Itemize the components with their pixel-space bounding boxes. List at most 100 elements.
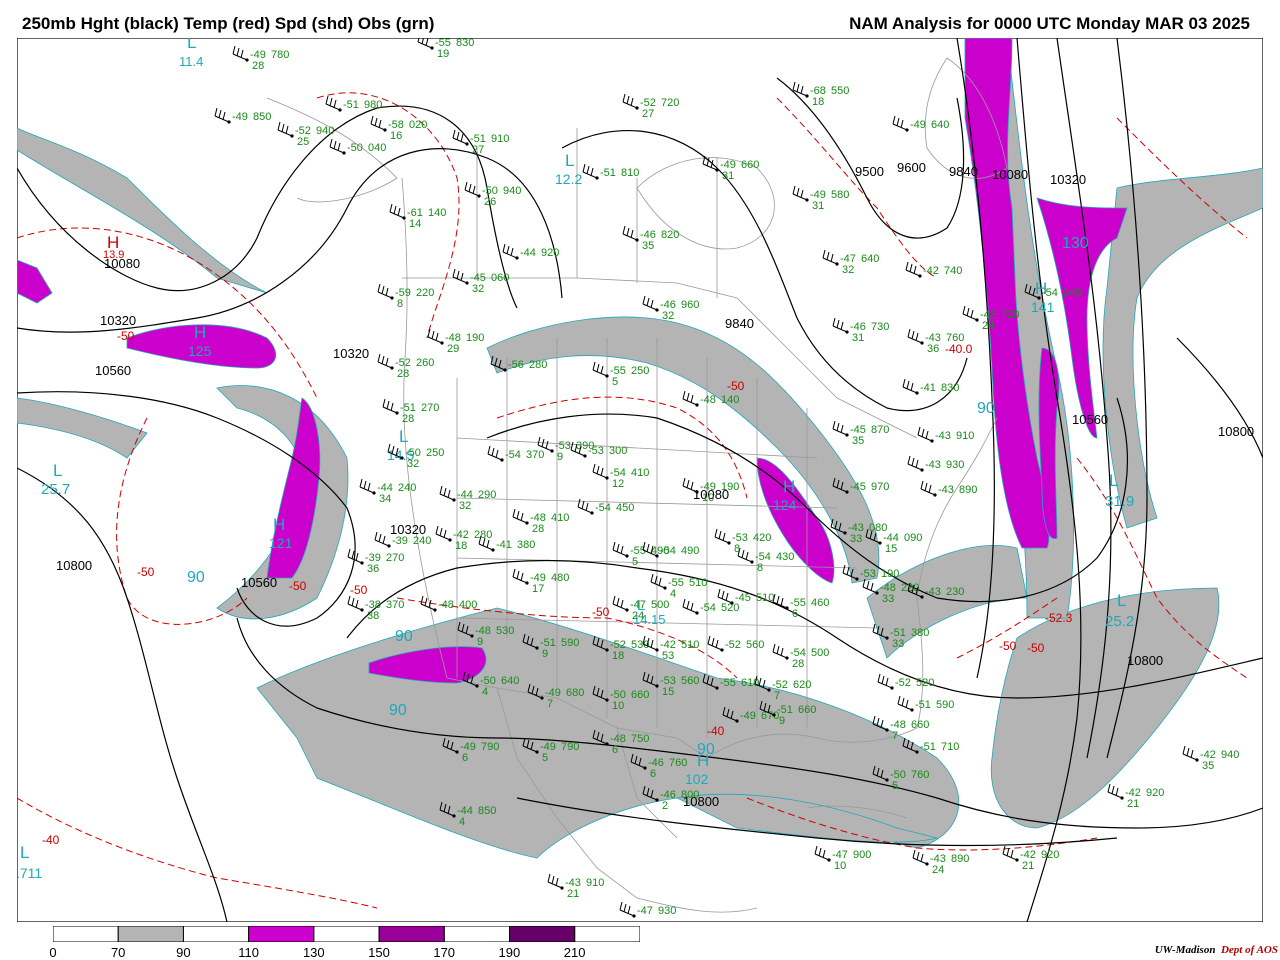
height-label: 10560 <box>1072 412 1108 427</box>
ob-dewpoint-depression: 24 <box>632 610 644 622</box>
ob-dewpoint-depression: 5 <box>632 556 638 568</box>
ob-height: 240 <box>398 482 416 494</box>
extremum-letter: L <box>565 151 574 170</box>
station-dot <box>590 511 594 515</box>
credit-dept: Dept of AOS <box>1220 944 1278 956</box>
ob-dewpoint-depression: 19 <box>437 48 449 60</box>
ob-height: 490 <box>681 545 699 557</box>
ob-height: 550 <box>831 85 849 97</box>
ob-height: 730 <box>871 321 889 333</box>
ob-height: 240 <box>1063 287 1081 299</box>
height-label: 10320 <box>100 313 136 328</box>
ob-dewpoint-depression: 33 <box>892 638 904 650</box>
ob-dewpoint-depression: 7 <box>547 698 553 710</box>
credit: UW-Madison Dept of AOS <box>1155 944 1278 956</box>
station-dot <box>890 686 894 690</box>
ob-height: 290 <box>478 489 496 501</box>
ob-dewpoint-depression: 10 <box>702 492 714 504</box>
ob-temp: -51 <box>920 741 936 753</box>
station-dot <box>920 595 924 599</box>
station-dot <box>695 403 699 407</box>
ob-temp: -43 <box>935 430 951 442</box>
colorbar-tick-label: 70 <box>110 945 126 960</box>
ob-height: 910 <box>586 877 604 889</box>
ob-height: 460 <box>811 597 829 609</box>
ob-temp: -54 <box>595 502 611 514</box>
station-dot <box>845 433 849 437</box>
ob-height: 500 <box>811 647 829 659</box>
ob-height: 510 <box>681 639 699 651</box>
station-dot <box>785 606 789 610</box>
temp-label: -50 <box>592 605 610 619</box>
ob-height: 410 <box>631 467 649 479</box>
station-dot <box>772 713 776 717</box>
ob-temp: -49 <box>232 111 248 123</box>
ob-dewpoint-depression: 6 <box>650 768 656 780</box>
extremum-letter: H <box>697 751 709 770</box>
ob-height: 480 <box>551 572 569 584</box>
ob-dewpoint-depression: 15 <box>885 543 897 555</box>
ob-dewpoint-depression: 27 <box>472 144 484 156</box>
station-dot <box>643 766 647 770</box>
station-dot <box>433 608 437 612</box>
ob-height: 250 <box>631 365 649 377</box>
ob-dewpoint-depression: 28 <box>397 368 409 380</box>
temp-label: -50 <box>289 579 307 593</box>
ob-temp: -51 <box>600 167 616 179</box>
ob-height: 960 <box>681 299 699 311</box>
ob-height: 890 <box>959 484 977 496</box>
ob-height: 790 <box>561 741 579 753</box>
temp-label: -40.0 <box>945 342 973 356</box>
speed-label: 130 <box>1062 235 1089 252</box>
station-dot <box>885 636 889 640</box>
ob-temp: -54 <box>660 545 676 557</box>
station-dot <box>655 684 659 688</box>
ob-dewpoint-depression: 6 <box>612 744 618 756</box>
ob-height: 500 <box>651 599 669 611</box>
ob-height: 660 <box>911 719 929 731</box>
station-dot <box>550 449 554 453</box>
ob-height: 720 <box>1001 309 1019 321</box>
station-dot <box>605 476 609 480</box>
height-label: 10320 <box>333 346 369 361</box>
ob-temp: -45 <box>735 592 751 604</box>
ob-height: 810 <box>621 167 639 179</box>
station-dot <box>843 531 847 535</box>
station-dot <box>560 886 564 890</box>
station-dot <box>635 106 639 110</box>
ob-dewpoint-depression: 18 <box>812 96 824 108</box>
ob-dewpoint-depression: 8 <box>757 562 763 574</box>
ob-dewpoint-depression: 14 <box>409 218 421 230</box>
station-dot <box>750 560 754 564</box>
station-dot <box>805 198 809 202</box>
colorbar-bin <box>378 926 445 942</box>
ob-height: 940 <box>316 125 334 137</box>
ob-dewpoint-depression: 34 <box>379 493 391 505</box>
colorbar-bin <box>313 926 380 942</box>
height-label: 10800 <box>56 558 92 573</box>
station-dot <box>933 493 937 497</box>
station-dot <box>372 491 376 495</box>
ob-temp: -42 <box>923 265 939 277</box>
height-label: 9840 <box>949 164 978 179</box>
ob-height: 720 <box>661 97 679 109</box>
station-dot <box>360 608 364 612</box>
ob-height: 280 <box>529 359 547 371</box>
ob-height: 900 <box>853 849 871 861</box>
ob-height: 370 <box>386 599 404 611</box>
extremum-value: 102 <box>685 771 709 787</box>
ob-dewpoint-depression: 24 <box>932 864 944 876</box>
ob-height: 520 <box>916 677 934 689</box>
station-dot <box>402 216 406 220</box>
ob-dewpoint-depression: 5 <box>892 780 898 792</box>
ob-dewpoint-depression: 9 <box>542 648 548 660</box>
ob-height: 510 <box>756 592 774 604</box>
ob-dewpoint-depression: 2 <box>662 800 668 812</box>
ob-dewpoint-depression: 4 <box>670 588 676 600</box>
ob-height: 920 <box>541 247 559 259</box>
ob-height: 370 <box>526 449 544 461</box>
colorbar-bin <box>182 926 250 942</box>
weather-map: 10080 10320 10560 10320 10800 10560 1032… <box>17 38 1263 922</box>
station-dot <box>1195 758 1199 762</box>
colorbar-tick-label: 170 <box>433 945 456 960</box>
